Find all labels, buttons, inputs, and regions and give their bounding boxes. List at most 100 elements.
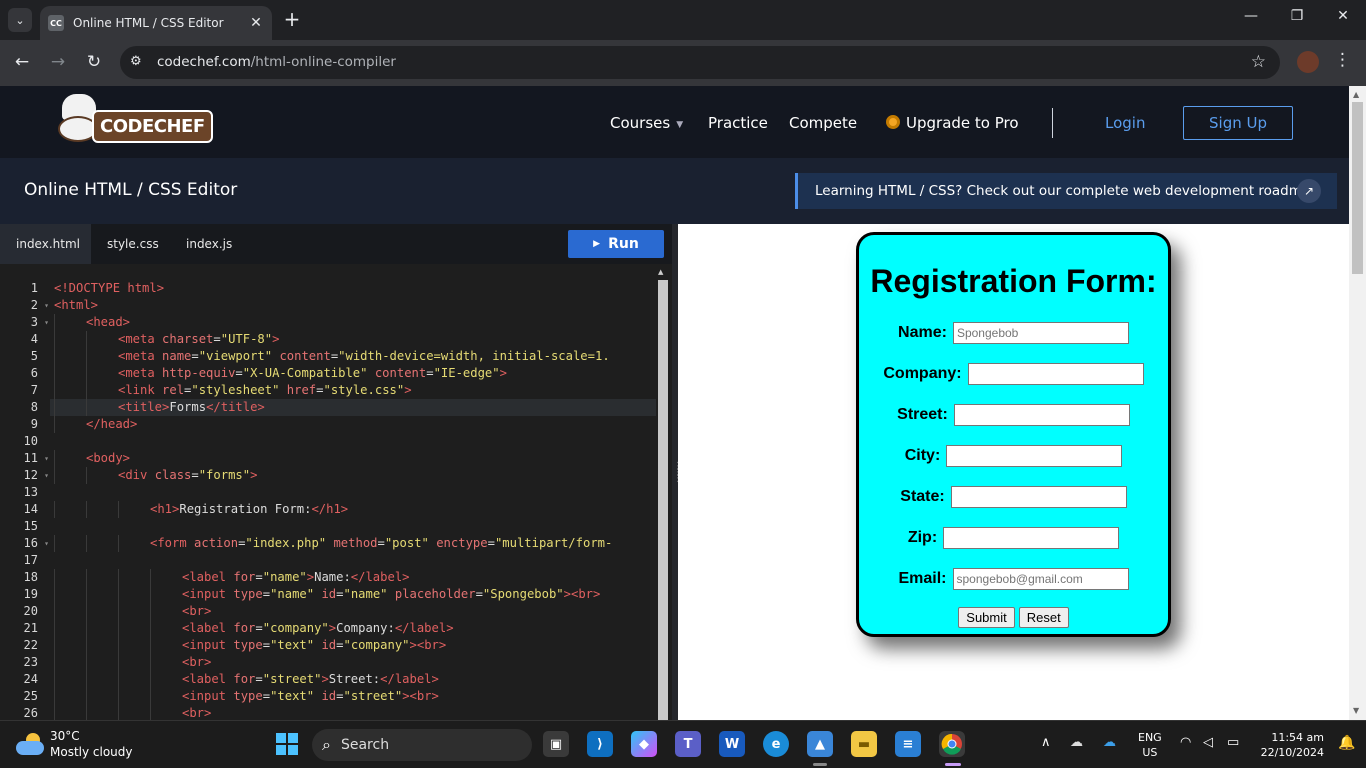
editor-scrollbar[interactable]: ▲ <box>656 266 670 720</box>
code-area[interactable]: 1 2 ▾ 3 ▾ 4 5 6 7 8 9 10 11 ▾ 12 ▾ 13 14 15 16 ▾ 17 18 19 20 21 22… <box>0 264 656 720</box>
back-icon[interactable]: ← <box>10 52 34 72</box>
code-line[interactable]: <form action="index.php" method="post" e… <box>50 535 656 552</box>
fold-arrow-icon[interactable]: ▾ <box>44 314 49 331</box>
code-line[interactable]: <html> <box>50 297 656 314</box>
code-line[interactable] <box>50 518 656 535</box>
fold-arrow-icon[interactable]: ▾ <box>44 450 49 467</box>
code-line[interactable]: <meta charset="UTF-8"> <box>50 331 656 348</box>
code-line[interactable] <box>50 433 656 450</box>
profile-avatar[interactable] <box>1297 51 1319 73</box>
code-line[interactable]: <meta name="viewport" content="width-dev… <box>50 348 656 365</box>
nav-courses[interactable]: Courses ▼ <box>610 114 683 132</box>
photos-icon[interactable]: ▲ <box>807 731 833 757</box>
reload-icon[interactable]: ↻ <box>82 52 106 72</box>
code-line[interactable]: <input type="text" id="company"><br> <box>50 637 656 654</box>
login-link[interactable]: Login <box>1105 114 1145 132</box>
browser-tab[interactable]: CC Online HTML / CSS Editor ✕ <box>40 6 272 40</box>
onedrive-business-icon[interactable]: ☁ <box>1103 735 1116 750</box>
state-input[interactable] <box>950 486 1127 508</box>
code-line[interactable]: <head> <box>50 314 656 331</box>
code-line[interactable]: <br> <box>50 705 656 720</box>
site-info-icon[interactable]: ⚙ <box>130 54 142 69</box>
copilot-icon[interactable]: ◆ <box>631 731 657 757</box>
notepad-icon[interactable]: ≡ <box>895 731 921 757</box>
city-input[interactable] <box>946 445 1123 467</box>
chrome-icon[interactable] <box>939 731 965 757</box>
page-scrollbar[interactable]: ▲ ▼ <box>1349 86 1366 720</box>
code-line[interactable]: <!DOCTYPE html> <box>50 280 656 297</box>
fold-arrow-icon[interactable]: ▾ <box>44 535 49 552</box>
new-tab-button[interactable]: + <box>282 8 302 30</box>
code-line[interactable]: <div class="forms"> <box>50 467 656 484</box>
fold-arrow-icon[interactable]: ▾ <box>44 467 49 484</box>
close-window-button[interactable]: ✕ <box>1328 8 1358 24</box>
code-line[interactable] <box>50 552 656 569</box>
tab-index-html[interactable]: index.html <box>0 224 91 264</box>
roadmap-banner[interactable]: Learning HTML / CSS? Check out our compl… <box>795 173 1337 209</box>
email-input[interactable]: spongebob@gmail.com <box>952 568 1129 590</box>
notification-bell-icon[interactable]: 🔔 <box>1338 735 1355 751</box>
field-row-name: Name: Spongebob <box>859 321 1168 345</box>
code-line[interactable]: <input type="text" id="street"><br> <box>50 688 656 705</box>
address-bar[interactable]: ⚙ codechef.com/html-online-compiler ☆ <box>120 46 1280 79</box>
submit-button[interactable]: Submit <box>958 607 1015 628</box>
tab-search-button[interactable]: ⌄ <box>8 8 32 32</box>
code-line[interactable]: <meta http-equiv="X-UA-Compatible" conte… <box>50 365 656 382</box>
street-input[interactable] <box>953 404 1130 426</box>
code-line[interactable]: <label for="name">Name:</label> <box>50 569 656 586</box>
file-explorer-icon[interactable]: ▬ <box>851 731 877 757</box>
system-clock[interactable]: 11:54 am 22/10/2024 <box>1256 730 1324 760</box>
code-line[interactable]: <label for="company">Company:</label> <box>50 620 656 637</box>
vscode-icon[interactable]: ⟩ <box>587 731 613 757</box>
run-button[interactable]: ▶ Run <box>568 230 664 258</box>
weather-cloud-icon[interactable] <box>16 733 44 755</box>
code-line[interactable]: <h1>Registration Form:</h1> <box>50 501 656 518</box>
taskbar-search[interactable]: ⌕ Search <box>312 729 532 761</box>
weather-description[interactable]: Mostly cloudy <box>50 745 133 759</box>
code-content[interactable]: <!DOCTYPE html> <html> <head> <meta charset… <box>50 280 656 720</box>
code-line[interactable]: </head> <box>50 416 656 433</box>
onedrive-personal-icon[interactable]: ☁ <box>1070 735 1083 750</box>
forward-icon[interactable]: → <box>46 52 70 72</box>
bookmark-star-icon[interactable]: ☆ <box>1251 52 1266 72</box>
volume-icon[interactable]: ◁ <box>1203 735 1213 750</box>
edge-icon[interactable]: e <box>763 731 789 757</box>
codechef-logo[interactable]: CODECHEF <box>58 94 213 150</box>
reset-button[interactable]: Reset <box>1018 607 1069 628</box>
external-link-icon[interactable]: ↗ <box>1297 179 1321 203</box>
code-line[interactable] <box>50 484 656 501</box>
windows-start-icon[interactable] <box>274 731 300 757</box>
code-line[interactable]: <link rel="stylesheet" href="style.css"> <box>50 382 656 399</box>
url-text[interactable]: codechef.com/html-online-compiler <box>157 54 396 70</box>
code-line[interactable]: <label for="street">Street:</label> <box>50 671 656 688</box>
code-line[interactable]: <input type="name" id="name" placeholder… <box>50 586 656 603</box>
editor-scroll-thumb[interactable] <box>658 280 668 720</box>
minimize-button[interactable]: — <box>1236 8 1266 24</box>
browser-menu-icon[interactable]: ⋮ <box>1334 50 1351 70</box>
task-view-icon[interactable]: ▣ <box>543 731 569 757</box>
nav-compete[interactable]: Compete <box>789 114 857 132</box>
tab-close-icon[interactable]: ✕ <box>246 15 266 31</box>
tab-index-js[interactable]: index.js <box>170 224 248 264</box>
code-line[interactable]: <br> <box>50 603 656 620</box>
input-language[interactable]: ENG US <box>1138 730 1162 760</box>
zip-input[interactable] <box>943 527 1120 549</box>
weather-temperature[interactable]: 30°C <box>50 729 80 743</box>
teams-icon[interactable]: T <box>675 731 701 757</box>
name-input[interactable]: Spongebob <box>952 322 1129 344</box>
fold-arrow-icon[interactable]: ▾ <box>44 297 49 314</box>
show-hidden-icons[interactable]: ∧ <box>1041 735 1051 750</box>
code-line[interactable]: <br> <box>50 654 656 671</box>
nav-practice[interactable]: Practice <box>708 114 768 132</box>
nav-upgrade-pro[interactable]: Upgrade to Pro <box>886 114 1019 132</box>
wifi-icon[interactable]: ◠ <box>1180 735 1191 750</box>
code-line[interactable]: <body> <box>50 450 656 467</box>
page-scroll-thumb[interactable] <box>1352 102 1363 274</box>
signup-button[interactable]: Sign Up <box>1183 106 1293 140</box>
restore-button[interactable]: ❐ <box>1282 8 1312 24</box>
tab-style-css[interactable]: style.css <box>91 224 175 264</box>
code-line[interactable]: <title>Forms</title> <box>50 399 656 416</box>
battery-icon[interactable]: ▭ <box>1227 735 1239 750</box>
company-input[interactable] <box>967 363 1144 385</box>
word-icon[interactable]: W <box>719 731 745 757</box>
